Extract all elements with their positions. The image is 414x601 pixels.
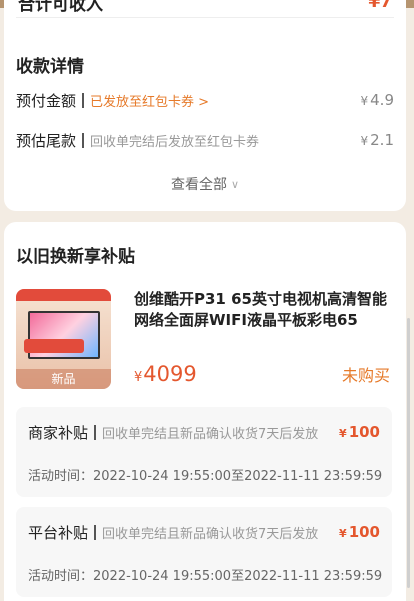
merchant-subsidy-box: 商家补贴 回收单完结且新品确认收货7天后发放 ¥100 活动时间：2022-10…: [16, 407, 392, 497]
estimated-balance-note: 回收单完结后发放至红包卡券: [90, 134, 260, 150]
prepaid-amount-label: 预付金额: [16, 91, 77, 110]
prepaid-amount-value: ¥4.9: [360, 91, 395, 109]
payment-summary-card: 合计可收入 ¥7 收款详情 预付金额 已发放至红包卡券 > ¥4.9 预估尾款 …: [4, 0, 406, 211]
divider: [82, 132, 85, 148]
image-top-banner: [16, 289, 111, 301]
trade-in-title: 以旧换新享补贴: [16, 247, 135, 267]
image-promo-tag: [24, 339, 84, 353]
prepaid-amount-row[interactable]: 预付金额 已发放至红包卡券 > ¥4.9: [16, 89, 394, 111]
merchant-subsidy-amount: ¥100: [339, 423, 380, 441]
new-product-badge: 新品: [16, 369, 111, 389]
platform-subsidy-box: 平台补贴 回收单完结且新品确认收货7天后发放 ¥100 活动时间：2022-10…: [16, 507, 392, 597]
product-name[interactable]: 创维酷开P31 65英寸电视机高清智能网络全面屏WIFI液晶平板彩电65: [134, 289, 396, 331]
platform-subsidy-label: 平台补贴: [28, 523, 89, 542]
platform-subsidy-amount: ¥100: [339, 523, 380, 541]
platform-subsidy-note: 回收单完结且新品确认收货7天后发放: [102, 526, 319, 542]
trade-in-card: 以旧换新享补贴 新品 创维酷开P31 65英寸电视机高清智能网络全面屏WIFI液…: [4, 222, 406, 601]
view-all-label: 查看全部: [170, 177, 227, 193]
merchant-subsidy-note: 回收单完结且新品确认收货7天后发放: [102, 426, 319, 442]
payment-details-title: 收款详情: [16, 57, 84, 77]
estimated-balance-value: ¥2.1: [360, 131, 395, 149]
merchant-subsidy-header: 商家补贴 回收单完结且新品确认收货7天后发放 ¥100: [28, 422, 380, 442]
total-income-label: 合计可收入: [18, 0, 103, 15]
platform-subsidy-time: 活动时间：2022-10-24 19:55:00至2022-11-11 23:5…: [28, 569, 383, 584]
platform-subsidy-header: 平台补贴 回收单完结且新品确认收货7天后发放 ¥100: [28, 522, 380, 542]
estimated-balance-label: 预估尾款: [16, 131, 77, 150]
total-income-row: 合计可收入 ¥7: [16, 0, 394, 18]
divider: [82, 92, 85, 108]
merchant-subsidy-label: 商家补贴: [28, 423, 89, 442]
view-all-button[interactable]: 查看全部 ∨: [4, 174, 406, 194]
divider: [94, 524, 97, 540]
estimated-balance-row: 预估尾款 回收单完结后发放至红包卡券 ¥2.1: [16, 129, 394, 151]
purchase-status: 未购买: [341, 366, 390, 385]
scrollbar[interactable]: [407, 318, 410, 588]
divider: [94, 424, 97, 440]
merchant-subsidy-time: 活动时间：2022-10-24 19:55:00至2022-11-11 23:5…: [28, 469, 383, 484]
prepaid-amount-note-link[interactable]: 已发放至红包卡券 >: [90, 91, 209, 110]
chevron-down-icon: ∨: [230, 178, 240, 191]
product-price: ¥4099: [134, 362, 197, 386]
product-image[interactable]: 新品: [16, 289, 111, 389]
total-income-amount: ¥7: [368, 0, 392, 12]
